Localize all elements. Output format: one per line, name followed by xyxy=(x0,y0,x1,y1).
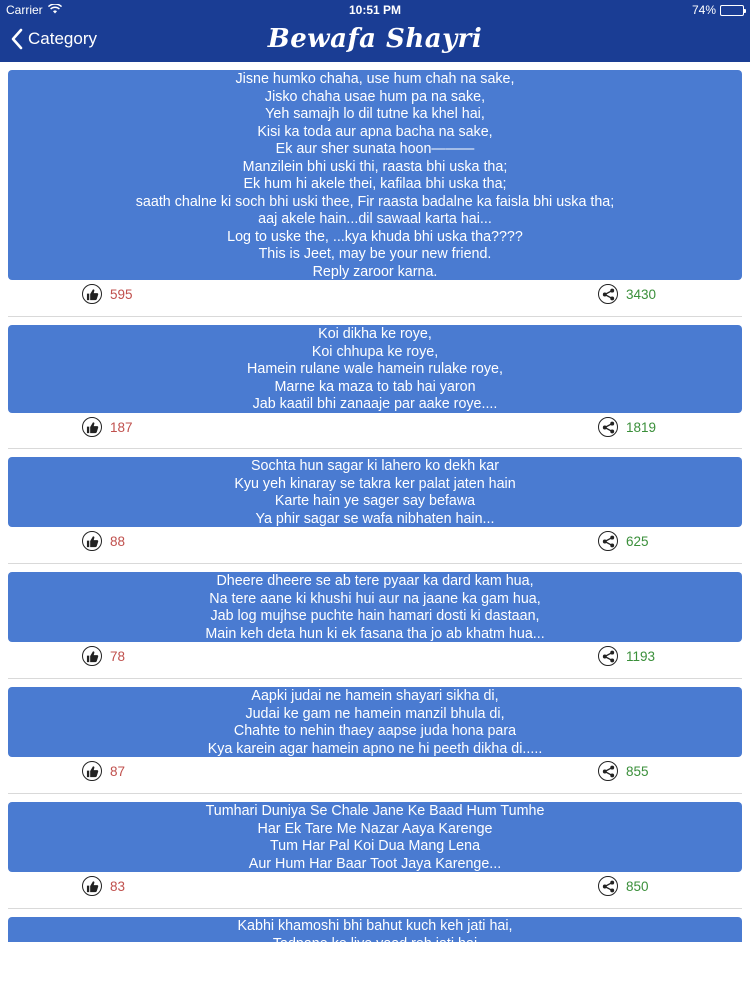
share-button[interactable]: 855 xyxy=(598,761,649,781)
share-button[interactable]: 1193 xyxy=(598,646,655,666)
battery-percent: 74% xyxy=(691,3,716,17)
shayri-line: Manzilein bhi uski thi, raasta bhi uska … xyxy=(242,158,508,175)
navigation-bar: Category Bewafa Shayri xyxy=(0,20,750,62)
thumbs-up-icon xyxy=(82,876,102,896)
shayri-line: Judai ke gam ne hamein manzil bhula di, xyxy=(245,705,505,722)
shayri-line: Dheere dheere se ab tere pyaar ka dard k… xyxy=(216,573,534,589)
share-button[interactable]: 850 xyxy=(598,876,649,896)
battery-info: 74% xyxy=(691,3,746,17)
like-count: 83 xyxy=(110,878,126,894)
shayri-line: Aur Hum Har Baar Toot Jaya Karenge... xyxy=(248,855,502,872)
shayri-card[interactable]: Koi dikha ke roye, Koi chhupa ke roye, Ham… xyxy=(8,325,742,413)
divider xyxy=(8,908,742,909)
shayri-line: Na tere aane ki khushi hui aur na jaane … xyxy=(209,590,541,607)
divider xyxy=(8,678,742,679)
like-button[interactable]: 88 xyxy=(82,531,125,551)
shayri-card[interactable]: Jisne humko chaha, use hum chah na sake,… xyxy=(8,70,742,280)
shayri-line: Kabhi khamoshi bhi bahut kuch keh jati h… xyxy=(237,918,513,934)
shayri-line: saath chalne ki soch bhi uski thee, Fir … xyxy=(135,193,615,210)
share-icon xyxy=(598,761,618,781)
like-count: 87 xyxy=(110,763,126,779)
divider xyxy=(8,316,742,317)
shayri-line: Ya phir sagar se wafa nibhaten hain... xyxy=(255,510,495,527)
share-count: 625 xyxy=(626,533,649,549)
thumbs-up-icon xyxy=(82,284,102,304)
like-button[interactable]: 595 xyxy=(82,284,133,304)
shayri-line: Ek hum hi akele thei, kafilaa bhi uska t… xyxy=(243,176,507,192)
share-icon xyxy=(598,876,618,896)
shayri-line: Log to uske the, ...kya khuda bhi uska t… xyxy=(227,228,523,245)
shayri-line: Jab kaatil bhi zanaaje par aake roye.... xyxy=(252,396,498,412)
like-count: 187 xyxy=(110,419,133,435)
like-count: 88 xyxy=(110,533,126,549)
shayri-line: Aapki judai ne hamein shayari sikha di, xyxy=(251,688,499,704)
share-button[interactable]: 3430 xyxy=(598,284,656,304)
battery-icon xyxy=(720,4,746,16)
shayri-card[interactable]: Kabhi khamoshi bhi bahut kuch keh jati h… xyxy=(8,917,742,942)
share-count: 850 xyxy=(626,878,649,894)
shayri-line: Kya karein agar hamein apno ne hi peeth … xyxy=(207,740,543,757)
shayri-list[interactable]: Jisne humko chaha, use hum chah na sake,… xyxy=(0,62,750,942)
post-actions: 83 850 xyxy=(0,876,750,902)
shayri-line: Har Ek Tare Me Nazar Aaya Karenge xyxy=(257,820,493,837)
shayri-line: Karte hain ye sager say befawa xyxy=(274,493,476,509)
shayri-card[interactable]: Aapki judai ne hamein shayari sikha di, J… xyxy=(8,687,742,757)
share-count: 3430 xyxy=(626,286,657,302)
like-button[interactable]: 83 xyxy=(82,876,125,896)
shayri-line: Chahte to nehin thaey aapse juda hona pa… xyxy=(233,723,517,739)
thumbs-up-icon xyxy=(82,417,102,437)
divider xyxy=(8,563,742,564)
shayri-card[interactable]: Dheere dheere se ab tere pyaar ka dard k… xyxy=(8,572,742,642)
like-button[interactable]: 78 xyxy=(82,646,125,666)
shayri-line: Yeh samajh lo dil tutne ka khel hai, xyxy=(265,106,485,122)
shayri-card[interactable]: Sochta hun sagar ki lahero ko dekh kar Ky… xyxy=(8,457,742,527)
post-actions: 78 1193 xyxy=(0,646,750,672)
share-count: 1193 xyxy=(626,648,656,664)
post-actions: 595 3430 xyxy=(0,284,750,310)
shayri-line: Jisko chaha usae hum pa na sake, xyxy=(264,88,486,105)
post-actions: 87 855 xyxy=(0,761,750,787)
share-icon xyxy=(598,417,618,437)
share-icon xyxy=(598,531,618,551)
thumbs-up-icon xyxy=(82,646,102,666)
shayri-line: Kyu yeh kinaray se takra ker palat jaten… xyxy=(234,475,516,492)
shayri-line: Jab log mujhse puchte hain hamari dosti … xyxy=(210,608,540,624)
status-bar: Carrier 10:51 PM 74% xyxy=(0,0,750,20)
share-button[interactable]: 625 xyxy=(598,531,649,551)
share-icon xyxy=(598,284,618,304)
shayri-line: Hamein rulane wale hamein rulake roye, xyxy=(247,361,503,377)
status-time: 10:51 PM xyxy=(348,3,402,17)
shayri-line: Marne ka maza to tab hai yaron xyxy=(274,378,476,395)
shayri-line: Ek aur sher sunata hoon——— xyxy=(275,141,475,157)
shayri-line: This is Jeet, may be your new friend. xyxy=(258,246,492,262)
divider xyxy=(8,448,742,449)
share-button[interactable]: 1819 xyxy=(598,417,656,437)
like-count: 595 xyxy=(110,286,133,302)
share-count: 1819 xyxy=(626,419,657,435)
divider xyxy=(8,793,742,794)
shayri-line: Jisne humko chaha, use hum chah na sake, xyxy=(235,71,515,87)
shayri-line: Reply zaroor karna. xyxy=(312,263,438,280)
thumbs-up-icon xyxy=(82,761,102,781)
thumbs-up-icon xyxy=(82,531,102,551)
like-count: 78 xyxy=(110,648,126,664)
share-icon xyxy=(598,646,618,666)
shayri-card[interactable]: Tumhari Duniya Se Chale Jane Ke Baad Hum… xyxy=(8,802,742,872)
like-button[interactable]: 87 xyxy=(82,761,125,781)
bottom-area xyxy=(0,942,750,1000)
share-count: 855 xyxy=(626,763,649,779)
post-actions: 187 1819 xyxy=(0,417,750,443)
shayri-line: Koi dikha ke roye, xyxy=(318,326,432,342)
shayri-line: Tumhari Duniya Se Chale Jane Ke Baad Hum… xyxy=(205,803,545,819)
shayri-line: Kisi ka toda aur apna bacha na sake, xyxy=(257,123,493,140)
shayri-line: aaj akele hain...dil sawaal karta hai... xyxy=(258,211,492,227)
post-actions: 88 625 xyxy=(0,531,750,557)
shayri-line: Main keh deta hun ki ek fasana tha jo ab… xyxy=(205,625,545,642)
shayri-line: Tum Har Pal Koi Dua Mang Lena xyxy=(269,838,481,854)
page-title: Bewafa Shayri xyxy=(267,24,483,54)
shayri-line: Sochta hun sagar ki lahero ko dekh kar xyxy=(251,458,499,474)
like-button[interactable]: 187 xyxy=(82,417,133,437)
shayri-line: Koi chhupa ke roye, xyxy=(311,343,439,360)
